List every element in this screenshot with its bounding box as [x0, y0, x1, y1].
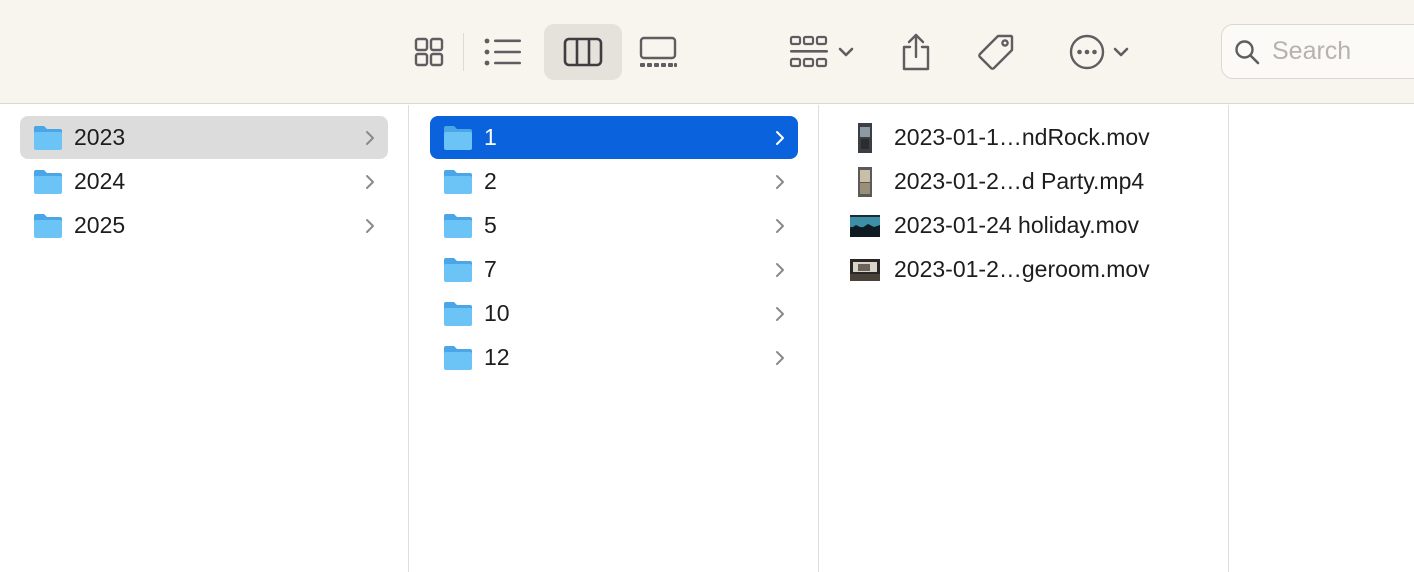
search-field[interactable]: Search [1221, 24, 1414, 79]
folder-icon [444, 257, 472, 282]
folder-label: 2024 [74, 168, 126, 194]
folder-row-2[interactable]: 2 [430, 160, 798, 203]
search-icon [1235, 39, 1260, 64]
icon-view-icon [414, 37, 444, 67]
folder-label: 1 [484, 124, 497, 150]
video-thumbnail-icon [858, 122, 872, 153]
chevron-right-icon [776, 350, 784, 365]
group-by-button[interactable] [782, 24, 862, 80]
file-label: 2023-01-24 holiday.mov [894, 212, 1140, 238]
file-label: 2023-01-2…geroom.mov [894, 256, 1150, 282]
folder-label: 12 [484, 344, 510, 370]
gallery-view-button[interactable] [628, 24, 688, 80]
folder-row-10[interactable]: 10 [430, 292, 798, 335]
folder-row-2023[interactable]: 2023 [20, 116, 388, 159]
folder-label: 2025 [74, 212, 126, 238]
share-button[interactable] [890, 24, 942, 80]
chevron-right-icon [776, 218, 784, 233]
video-thumbnail-icon [850, 258, 880, 281]
folder-row-1[interactable]: 1 [430, 116, 798, 159]
folder-row-7[interactable]: 7 [430, 248, 798, 291]
column-files: 2023-01-1…ndRock.mov 2023-01-2…d Party.m… [820, 105, 1229, 572]
share-icon [902, 33, 930, 71]
chevron-right-icon [776, 130, 784, 145]
chevron-right-icon [776, 262, 784, 277]
chevron-right-icon [366, 174, 374, 189]
tag-button[interactable] [970, 24, 1022, 80]
folder-row-2025[interactable]: 2025 [20, 204, 388, 247]
chevron-right-icon [776, 306, 784, 321]
list-view-button[interactable] [472, 24, 534, 80]
chevron-right-icon [366, 130, 374, 145]
column-view-icon [563, 37, 603, 67]
folder-row-5[interactable]: 5 [430, 204, 798, 247]
folder-row-12[interactable]: 12 [430, 336, 798, 379]
folder-icon [34, 213, 62, 238]
group-by-icon [789, 35, 828, 68]
folder-label: 5 [484, 212, 497, 238]
toolbar: Search [0, 0, 1414, 104]
file-row[interactable]: 2023-01-2…d Party.mp4 [850, 160, 1218, 203]
folder-label: 7 [484, 256, 497, 282]
folder-icon [444, 213, 472, 238]
folder-icon [34, 125, 62, 150]
file-label: 2023-01-1…ndRock.mov [894, 124, 1150, 150]
chevron-down-icon [838, 47, 854, 57]
folder-icon [34, 169, 62, 194]
column-empty [1230, 105, 1414, 572]
toolbar-separator [463, 33, 464, 71]
search-placeholder: Search [1272, 37, 1352, 65]
chevron-right-icon [776, 174, 784, 189]
more-actions-icon [1069, 34, 1105, 70]
file-row[interactable]: 2023-01-24 holiday.mov [850, 204, 1218, 247]
folder-icon [444, 169, 472, 194]
more-actions-button[interactable] [1058, 24, 1140, 80]
folder-icon [444, 345, 472, 370]
list-view-icon [484, 38, 521, 66]
icon-view-button[interactable] [400, 24, 458, 80]
folder-row-2024[interactable]: 2024 [20, 160, 388, 203]
folder-label: 2023 [74, 124, 126, 150]
file-row[interactable]: 2023-01-1…ndRock.mov [850, 116, 1218, 159]
tag-icon [978, 34, 1014, 70]
folder-label: 2 [484, 168, 497, 194]
file-row[interactable]: 2023-01-2…geroom.mov [850, 248, 1218, 291]
column-years: 2023 2024 2025 [0, 105, 409, 572]
chevron-right-icon [366, 218, 374, 233]
video-thumbnail-icon [850, 214, 880, 237]
folder-label: 10 [484, 300, 510, 326]
column-view-button[interactable] [544, 24, 622, 80]
folder-icon [444, 125, 472, 150]
video-thumbnail-icon [858, 166, 872, 197]
folder-icon [444, 301, 472, 326]
column-months: 1 2 5 7 10 12 [410, 105, 819, 572]
gallery-view-icon [639, 36, 677, 67]
chevron-down-icon [1113, 47, 1129, 57]
file-label: 2023-01-2…d Party.mp4 [894, 168, 1145, 194]
